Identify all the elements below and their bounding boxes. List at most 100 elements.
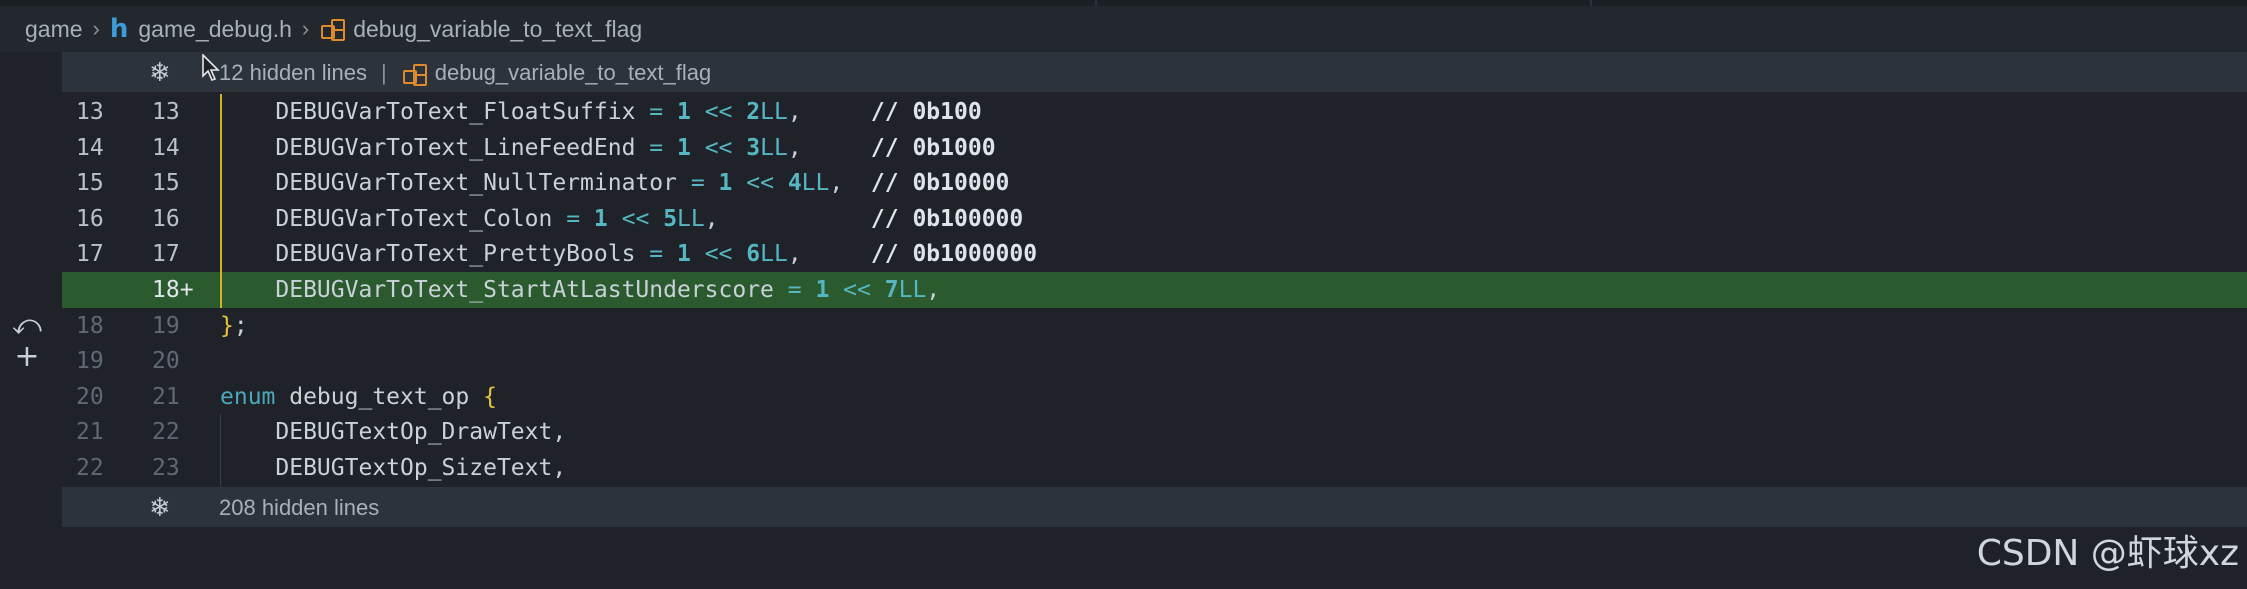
code-token: = (649, 99, 664, 125)
code-token: debug_text_op (275, 383, 484, 410)
unfold-icon[interactable]: ❄ (149, 58, 171, 88)
new-line-number: 16 (152, 205, 180, 232)
code-token: = (566, 205, 581, 232)
code-line[interactable]: 18 19}; (62, 308, 2247, 344)
code-token: , (787, 241, 871, 268)
breadcrumb-symbol[interactable]: debug_variable_to_text_flag (353, 16, 642, 43)
code-token: LL (801, 170, 830, 197)
new-line-number: 21 (152, 383, 180, 410)
code-token: DEBUGTextOp_DrawText, (220, 419, 567, 446)
code-token: DEBUGVarToText_LineFeedEnd (220, 134, 650, 161)
mouse-cursor (202, 54, 220, 81)
new-line-number: 15 (152, 170, 180, 197)
indent-guide-active (220, 94, 222, 308)
code-token: << (704, 99, 733, 125)
code-token: LL (760, 134, 788, 161)
code-text: DEBUGVarToText_NullTerminator = 1 << 4LL… (220, 165, 1009, 201)
unfold-icon[interactable]: ❄ (149, 493, 171, 523)
code-token: = (787, 277, 802, 303)
fold-hidden-lines-bottom[interactable]: ❄ 208 hidden lines (62, 487, 2247, 527)
new-line-number: 20 (152, 348, 180, 375)
old-line-number: 18 (76, 312, 104, 339)
old-line-number: 17 (76, 241, 104, 268)
code-token: } (220, 312, 234, 339)
code-token: 2 (746, 99, 761, 125)
breadcrumb-folder[interactable]: game (25, 16, 83, 43)
code-line[interactable]: 19 20 (62, 343, 2247, 379)
code-token: , (829, 170, 871, 197)
code-line[interactable]: 17 17 DEBUGVarToText_PrettyBools = 1 << 6… (62, 236, 2247, 272)
code-token: << (704, 241, 733, 268)
code-token: << (746, 170, 774, 197)
code-token: , (787, 99, 871, 125)
code-token: LL (760, 241, 788, 268)
code-token: ; (233, 312, 248, 339)
code-text: DEBUGTextOp_SizeText, (220, 450, 566, 486)
code-token: 1 (718, 170, 733, 197)
fold-hidden-lines-top[interactable]: ❄ 12 hidden lines | debug_variable_to_text… (62, 52, 2247, 92)
code-token: DEBUGVarToText_StartAtLastUnderscore (220, 277, 788, 303)
diff-editor[interactable]: 13 13 DEBUGVarToText_FloatSuffix = 1 << 2… (62, 94, 2247, 486)
chevron-right-icon: › (301, 16, 310, 41)
code-token: = (649, 241, 664, 268)
add-comment-icon[interactable]: + (12, 342, 42, 372)
breadcrumb: game › h game_debug.h › debug_variable_t… (0, 6, 2247, 52)
new-line-number: 14 (152, 134, 180, 161)
code-text: DEBUGTextOp_DrawText, (220, 414, 566, 450)
code-line[interactable]: 21 22 DEBUGTextOp_DrawText, (62, 414, 2247, 450)
code-text: DEBUGVarToText_Colon = 1 << 5LL, // 0b10… (220, 201, 1023, 237)
code-token: // 0b100 (870, 99, 982, 125)
breadcrumb-file[interactable]: game_debug.h (138, 16, 291, 43)
code-token: LL (760, 99, 788, 125)
code-line[interactable]: 16 16 DEBUGVarToText_Colon = 1 << 5LL, //… (62, 201, 2247, 237)
code-token: // 0b1000 (870, 134, 996, 161)
code-token: , (926, 277, 941, 303)
watermark: CSDN @虾球xz (1976, 533, 2239, 574)
code-token: LL (677, 205, 705, 232)
code-token: 1 (815, 277, 830, 303)
code-text: DEBUGVarToText_StartAtLastUnderscore = 1… (220, 272, 940, 308)
code-token: 3 (746, 134, 761, 161)
code-line[interactable]: 20 21 enum debug_text_op { (62, 379, 2247, 415)
code-token: = (690, 170, 705, 197)
code-token: , (704, 205, 871, 232)
code-line[interactable]: 22 23 DEBUGTextOp_SizeText, (62, 450, 2247, 486)
code-token: 6 (746, 241, 761, 268)
code-text: }; (220, 308, 248, 344)
struct-icon (401, 62, 427, 87)
header-file-icon: h (109, 14, 129, 44)
new-line-number: 18+ (152, 277, 194, 303)
code-line[interactable]: 15 15 DEBUGVarToText_NullTerminator = 1 <… (62, 165, 2247, 201)
code-token: // 0b1000000 (870, 241, 1038, 268)
code-token: enum (220, 383, 276, 410)
code-token: 1 (676, 134, 691, 161)
old-line-number: 22 (76, 455, 104, 481)
code-line[interactable]: 14 14 DEBUGVarToText_LineFeedEnd = 1 << 3… (62, 130, 2247, 166)
code-token: 1 (593, 205, 608, 232)
chevron-right-icon: › (92, 16, 100, 41)
code-token: DEBUGVarToText_Colon (220, 205, 567, 232)
code-line[interactable]: 13 13 DEBUGVarToText_FloatSuffix = 1 << 2… (62, 94, 2247, 130)
code-token: DEBUGTextOp_SizeText, (220, 455, 567, 481)
revert-change-icon[interactable]: ⤺ (12, 310, 42, 340)
code-token: DEBUGVarToText_NullTerminator (220, 170, 691, 197)
old-line-number: 21 (76, 419, 104, 446)
code-token: << (621, 205, 650, 232)
old-line-number: 13 (76, 99, 104, 125)
code-text: enum debug_text_op { (220, 379, 497, 415)
code-token: LL (898, 277, 927, 303)
added-code-line[interactable]: 18+ DEBUGVarToText_StartAtLastUnderscore… (62, 272, 2247, 308)
